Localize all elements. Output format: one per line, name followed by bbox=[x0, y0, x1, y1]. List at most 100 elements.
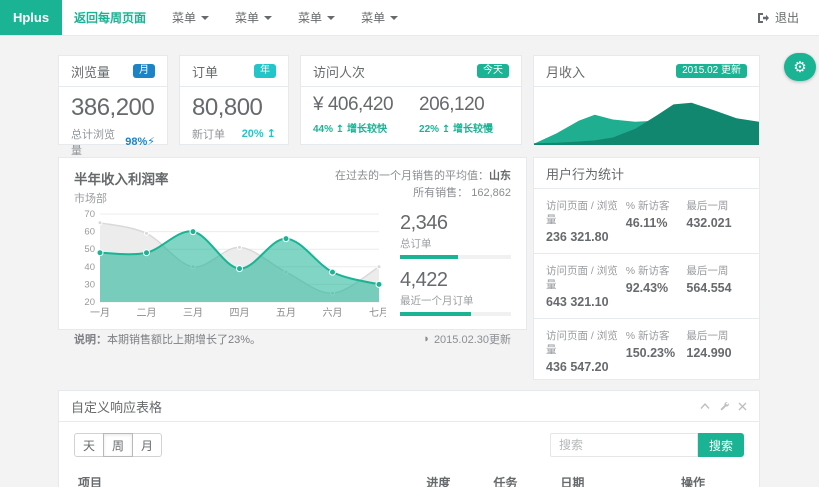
sales-label: 所有销售： bbox=[413, 187, 468, 199]
settings-fab[interactable]: ⚙ bbox=[784, 53, 816, 81]
dashboard-screen: Hplus 返回每周页面 菜单 菜单 菜单 菜单 退出 ⚙ bbox=[0, 0, 819, 487]
bolt-icon: ⚡ bbox=[147, 136, 155, 148]
total-orders-value: 2,346 bbox=[400, 212, 511, 235]
views-card-body: 386,200 总计浏览量 98%⚡ bbox=[59, 87, 167, 158]
table-card-body: 天 周 月 搜索 项目 进度 任务 日期 操作 bbox=[59, 422, 759, 487]
revenue-chart-titles: 半年收入利润率 市场部 bbox=[74, 168, 169, 206]
home-link[interactable]: 返回每周页面 bbox=[74, 9, 146, 26]
projects-table: 项目 进度 任务 日期 操作 米莫说 | MiMO Show 20% bbox=[74, 468, 744, 487]
tab-day-button[interactable]: 天 bbox=[74, 433, 104, 457]
svg-text:七月: 七月 bbox=[369, 307, 386, 319]
visits-badge: 今天 bbox=[477, 64, 509, 78]
revenue-chart-title: 半年收入利润率 bbox=[74, 168, 169, 188]
nav-menu-label: 菜单 bbox=[172, 9, 196, 26]
month-orders-label: 最近一个月订单 bbox=[400, 293, 511, 308]
pages-label: 访问页面 / 浏览量 bbox=[546, 329, 622, 357]
visits-card-body: ¥ 406,420 44% ↥ 增长较快 206,120 22% ↥ 增长较慢 bbox=[301, 87, 521, 135]
logout-label: 退出 bbox=[775, 9, 799, 26]
pages-label: 访问页面 / 浏览量 bbox=[546, 199, 622, 227]
user-stats-row-1: 访问页面 / 浏览量236 321.80 % 新访客46.11% 最后一周432… bbox=[534, 189, 759, 254]
ibox-tools bbox=[700, 401, 747, 411]
last-week-label: 最后一周 bbox=[686, 329, 747, 343]
top-navbar: Hplus 返回每周页面 菜单 菜单 菜单 菜单 退出 bbox=[0, 0, 819, 36]
brand-logo[interactable]: Hplus bbox=[0, 0, 62, 35]
svg-text:六月: 六月 bbox=[323, 307, 343, 319]
nav-menu-2[interactable]: 菜单 bbox=[235, 9, 272, 26]
orders-sub-value: 20% ↥ bbox=[242, 127, 276, 140]
visits-col-1: ¥ 406,420 44% ↥ 增长较快 bbox=[313, 94, 393, 135]
search-button[interactable]: 搜索 bbox=[698, 433, 744, 457]
wrench-icon bbox=[719, 401, 729, 411]
orders-card-header: 订单 年 bbox=[180, 56, 288, 87]
nav-menu-3[interactable]: 菜单 bbox=[298, 9, 335, 26]
views-card: 浏览量 月 386,200 总计浏览量 98%⚡ bbox=[58, 55, 168, 145]
new-visitors-value: 46.11% bbox=[626, 216, 687, 230]
last-week-value: 124.990 bbox=[686, 346, 747, 360]
tab-month-button[interactable]: 月 bbox=[132, 433, 162, 457]
svg-text:40: 40 bbox=[84, 262, 95, 273]
month-orders-value: 4,422 bbox=[400, 269, 511, 292]
month-orders-progressbar bbox=[400, 312, 511, 316]
updated-text: 2015.02.30更新 bbox=[434, 331, 511, 347]
revenue-chart-subtitle: 市场部 bbox=[74, 190, 169, 206]
nav-menu-4[interactable]: 菜单 bbox=[361, 9, 398, 26]
clock-icon: ◗ bbox=[423, 333, 430, 345]
orders-badge: 年 bbox=[254, 64, 276, 78]
caret-down-icon bbox=[390, 16, 398, 20]
nav-menu-label: 菜单 bbox=[235, 9, 259, 26]
visits-card-title: 访问人次 bbox=[313, 62, 365, 81]
level-up-icon: ↥ bbox=[336, 124, 344, 135]
note-label: 说明： bbox=[74, 334, 107, 346]
table-card-header: 自定义响应表格 bbox=[59, 391, 759, 422]
level-up-icon: ↥ bbox=[442, 124, 450, 135]
last-week-label: 最后一周 bbox=[686, 264, 747, 278]
orders-sub-label: 新订单 bbox=[192, 126, 225, 142]
last-week-label: 最后一周 bbox=[686, 199, 747, 213]
svg-text:一月: 一月 bbox=[90, 307, 110, 319]
level-up-icon: ↥ bbox=[267, 128, 276, 140]
svg-text:50: 50 bbox=[84, 244, 95, 255]
svg-text:五月: 五月 bbox=[276, 307, 296, 319]
gear-icon: ⚙ bbox=[793, 58, 806, 76]
collapse-button[interactable] bbox=[700, 402, 710, 410]
sales-value: 162,862 bbox=[471, 187, 511, 199]
revenue-chart-header: 半年收入利润率 市场部 在过去的一个月销售的平均值：山东 所有销售： 162,8… bbox=[59, 158, 526, 206]
revenue-chart-footer: 说明：本期销售额比上期增长了23%。 ◗2015.02.30更新 bbox=[59, 326, 526, 352]
views-value: 386,200 bbox=[71, 94, 155, 122]
pages-value: 643 321.10 bbox=[546, 295, 622, 309]
income-card-header: 月收入 2015.02 更新 bbox=[534, 56, 759, 87]
col-date: 日期 bbox=[556, 468, 677, 487]
revenue-chart-summary: 在过去的一个月销售的平均值：山东 所有销售： 162,862 bbox=[335, 168, 511, 206]
views-card-title: 浏览量 bbox=[71, 62, 110, 81]
tab-week-button[interactable]: 周 bbox=[103, 433, 133, 457]
nav-menu-label: 菜单 bbox=[361, 9, 385, 26]
views-sub-label: 总计浏览量 bbox=[71, 126, 125, 158]
close-button[interactable] bbox=[738, 402, 747, 411]
last-week-value: 432.021 bbox=[686, 216, 747, 230]
svg-text:20: 20 bbox=[84, 297, 95, 308]
income-badge: 2015.02 更新 bbox=[676, 64, 747, 78]
col-progress: 进度 bbox=[422, 468, 489, 487]
close-icon bbox=[738, 402, 747, 411]
total-orders-label: 总订单 bbox=[400, 236, 511, 251]
user-stats-header: 用户行为统计 bbox=[534, 158, 759, 189]
orders-value: 80,800 bbox=[192, 94, 276, 122]
avg-label: 在过去的一个月销售的平均值： bbox=[335, 170, 489, 182]
user-stats-card: 用户行为统计 访问页面 / 浏览量236 321.80 % 新访客46.11% … bbox=[533, 157, 760, 380]
nav-menu-1[interactable]: 菜单 bbox=[172, 9, 209, 26]
total-orders-progressbar bbox=[400, 255, 511, 259]
search-input[interactable] bbox=[550, 433, 698, 457]
svg-text:30: 30 bbox=[84, 279, 95, 290]
views-card-header: 浏览量 月 bbox=[59, 56, 167, 87]
logout-button[interactable]: 退出 bbox=[757, 9, 799, 26]
revenue-chart-card: 半年收入利润率 市场部 在过去的一个月销售的平均值：山东 所有销售： 162,8… bbox=[58, 157, 527, 330]
svg-text:三月: 三月 bbox=[183, 307, 203, 319]
avg-value: 山东 bbox=[489, 170, 511, 182]
income-area-chart bbox=[534, 87, 759, 145]
svg-text:70: 70 bbox=[84, 209, 95, 220]
user-stats-row-3: 访问页面 / 浏览量436 547.20 % 新访客150.23% 最后一周12… bbox=[534, 319, 759, 383]
chevron-up-icon bbox=[700, 402, 710, 410]
config-button[interactable] bbox=[719, 401, 729, 411]
visits-sub-2: 22% ↥ 增长较慢 bbox=[419, 120, 493, 135]
revenue-chart-body: 203040506070一月二月三月四月五月六月七月 2,346 总订单 4,4… bbox=[59, 208, 526, 326]
